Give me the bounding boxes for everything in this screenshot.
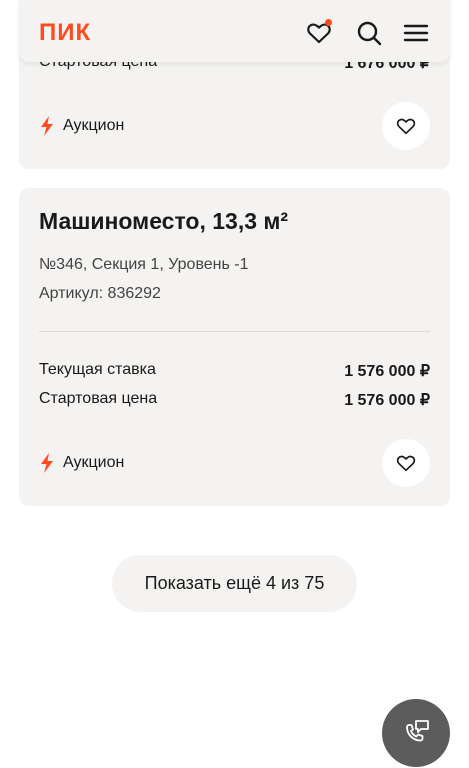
lot-location: №346, Секция 1, Уровень -1 [39, 256, 249, 273]
menu-button[interactable] [402, 19, 430, 47]
lightning-icon [41, 453, 53, 473]
current-bid-label: Текущая ставка [39, 361, 156, 378]
lot-card[interactable]: Машиноместо, 13,3 м² №346, Секция 1, Уро… [19, 188, 450, 506]
auction-badge: Аукцион [39, 453, 124, 473]
search-icon [357, 21, 382, 46]
auction-badge: Аукцион [39, 116, 124, 136]
menu-icon [403, 24, 429, 42]
add-to-favorites-button[interactable] [382, 102, 430, 150]
lightning-icon [41, 116, 53, 136]
heart-icon [396, 455, 416, 472]
lot-title: Машиноместо, 13,3 м² [39, 208, 289, 234]
start-price-value: 1 576 000 ₽ [344, 392, 430, 409]
auction-label: Аукцион [63, 454, 125, 471]
pik-logo[interactable]: ПИК [39, 21, 91, 45]
start-price-row: Стартовая цена 1 576 000 ₽ [39, 390, 430, 410]
favorites-button[interactable] [305, 19, 333, 47]
callback-button[interactable] [382, 699, 450, 767]
top-header: ПИК [19, 0, 450, 62]
lot-article: Артикул: 836292 [39, 285, 161, 302]
current-bid-value: 1 576 000 ₽ [344, 363, 430, 380]
search-button[interactable] [355, 19, 383, 47]
divider [39, 331, 430, 332]
add-to-favorites-button[interactable] [382, 439, 430, 487]
start-price-label: Стартовая цена [39, 390, 158, 407]
current-bid-row: Текущая ставка 1 576 000 ₽ [39, 361, 430, 381]
auction-label: Аукцион [63, 117, 125, 134]
heart-icon [396, 118, 416, 135]
notification-dot [325, 19, 332, 26]
phone-chat-icon [406, 720, 429, 742]
show-more-button[interactable]: Показать ещё 4 из 75 [112, 555, 357, 612]
